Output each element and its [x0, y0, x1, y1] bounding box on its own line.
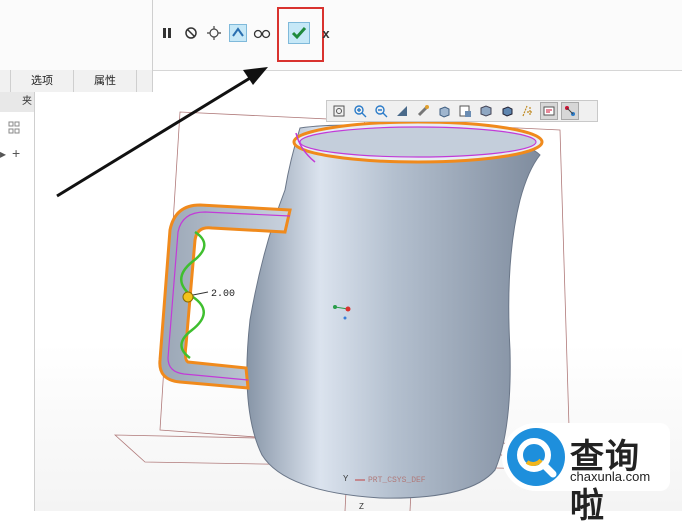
dimension-value[interactable]: 2.00 — [211, 289, 235, 300]
zoom-out-icon[interactable] — [372, 102, 390, 120]
saved-views-icon[interactable] — [456, 102, 474, 120]
section-icon[interactable] — [477, 102, 495, 120]
repaint-icon[interactable] — [393, 102, 411, 120]
spin-center-icon[interactable] — [414, 102, 432, 120]
svg-text:PRT_CSYS_DEF: PRT_CSYS_DEF — [368, 476, 426, 485]
refit-icon[interactable] — [330, 102, 348, 120]
watermark-logo: 查询啦 chaxunla.com — [502, 423, 670, 526]
annotation-display-icon[interactable] — [540, 102, 558, 120]
annotation-arrow — [56, 67, 268, 198]
display-style-icon[interactable] — [435, 102, 453, 120]
zoom-in-icon[interactable] — [351, 102, 369, 120]
view-manager-icon[interactable] — [561, 102, 579, 120]
svg-text:Z: Z — [359, 502, 364, 511]
view-toolbar — [326, 100, 598, 122]
jug-body[interactable] — [246, 124, 541, 499]
watermark-url: chaxunla.com — [570, 469, 651, 484]
dimension-drag-handle[interactable] — [182, 291, 194, 303]
svg-text:Y: Y — [343, 474, 349, 483]
perspective-icon[interactable] — [498, 102, 516, 120]
datum-display-icon[interactable] — [519, 102, 537, 120]
search-logo-icon — [507, 428, 565, 486]
